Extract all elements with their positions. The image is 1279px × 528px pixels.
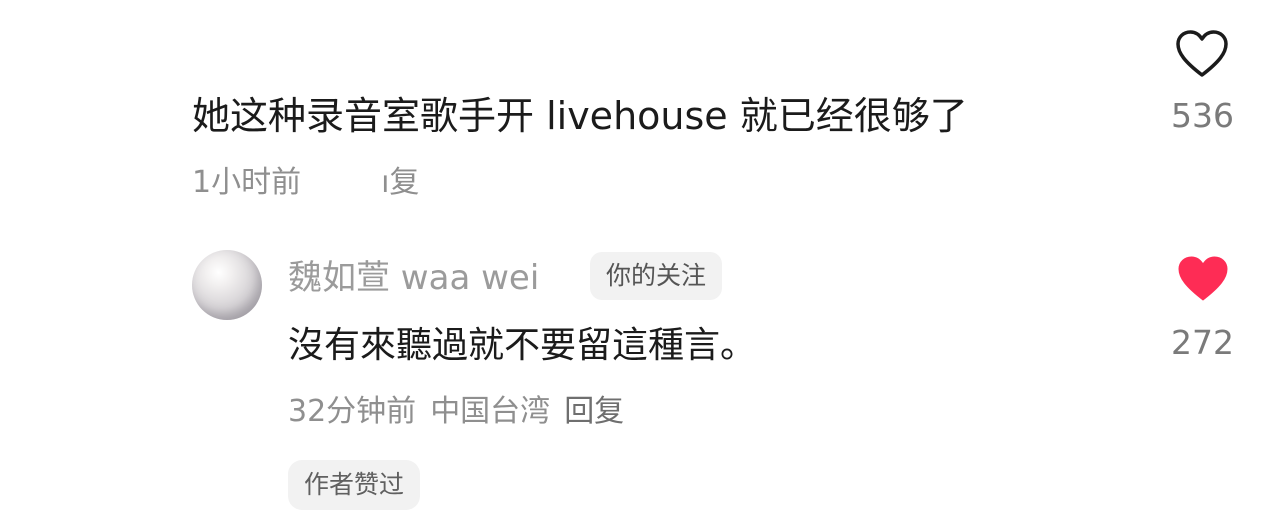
comment-time: 1小时前 — [192, 165, 302, 200]
reply-reply-button[interactable]: 回复 — [564, 394, 624, 429]
heart-filled-icon[interactable] — [1176, 254, 1230, 304]
comment-text: 她这种录音室歌手开 livehouse 就已经很够了 — [192, 94, 968, 138]
reply-meta: 32分钟前 中国台湾 回复 — [288, 392, 638, 432]
author-liked-badge: 作者赞过 — [288, 460, 421, 510]
reply-time: 32分钟前 — [288, 394, 417, 429]
reply-location: 中国台湾 — [430, 394, 551, 429]
comment-reply-button[interactable]: ı复 — [381, 165, 419, 200]
heart-outline-icon[interactable] — [1175, 29, 1229, 79]
following-badge: 你的关注 — [590, 252, 723, 300]
comment-meta: 1小时前 ı复 — [192, 163, 419, 203]
reply-like-count: 272 — [1171, 323, 1234, 362]
reply-text: 沒有來聽過就不要留這種言。 — [288, 325, 757, 366]
comment-like-count: 536 — [1171, 96, 1234, 135]
reply-author-name[interactable]: 魏如萱 waa wei — [288, 256, 539, 300]
avatar[interactable] — [192, 250, 262, 320]
